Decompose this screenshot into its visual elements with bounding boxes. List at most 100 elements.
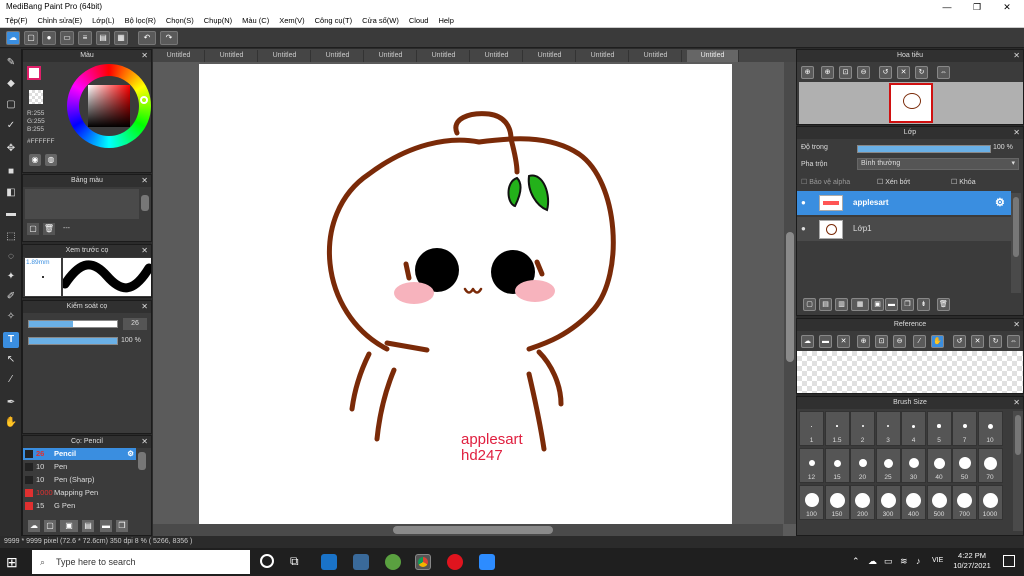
brush-item-mapping-pen[interactable]: 1000Mapping Pen <box>23 487 136 499</box>
brush-doc-icon[interactable]: ▤ <box>82 520 94 532</box>
add-palette-icon[interactable]: ▢ <box>27 223 39 235</box>
undo-icon[interactable]: ↶ <box>138 31 156 45</box>
brush-size-option[interactable]: 200 <box>850 485 875 520</box>
new-layer-3-icon[interactable]: ▥ <box>835 298 848 311</box>
comment-icon[interactable]: ▭ <box>60 31 74 45</box>
pen-tool-icon[interactable]: ✒ <box>3 395 19 411</box>
cloud-brush-icon[interactable]: ☁ <box>28 520 40 532</box>
brush-size-option[interactable]: 2 <box>850 411 875 446</box>
ref-close-icon[interactable]: ✕ <box>837 335 850 348</box>
tab-untitled-1[interactable]: Untitled <box>153 50 205 62</box>
brush-size-option[interactable]: 4 <box>901 411 926 446</box>
brush-size-option[interactable]: 50 <box>952 448 977 483</box>
visibility-eye-icon[interactable]: ● <box>801 191 806 215</box>
minimize-button[interactable]: — <box>932 0 962 14</box>
reference-canvas[interactable] <box>797 351 1023 393</box>
hue-handle[interactable] <box>140 96 148 104</box>
brush-size-option[interactable]: 10 <box>977 411 1003 446</box>
flip-icon[interactable]: ⇔ <box>937 66 950 79</box>
new-brush-icon[interactable]: ▢ <box>44 520 56 532</box>
menu-select[interactable]: Chọn(S) <box>161 14 199 28</box>
layer-row-applesart[interactable]: ● applesart ⚙ <box>797 191 1011 215</box>
lock-checkbox[interactable]: ☐ Khóa <box>951 178 976 186</box>
tab-untitled-7[interactable]: Untitled <box>471 50 523 62</box>
brush-item-pencil[interactable]: 26 Pencil ⚙ <box>23 448 136 460</box>
rotate-left-icon[interactable]: ↺ <box>879 66 892 79</box>
maximize-button[interactable]: ❐ <box>962 0 992 14</box>
brush-size-option[interactable]: 1 <box>799 411 824 446</box>
merge-layer-icon[interactable]: ⇟ <box>917 298 930 311</box>
brush-size-option[interactable]: 300 <box>875 485 901 520</box>
notification-icon[interactable] <box>1003 555 1015 567</box>
panel-close-icon[interactable]: ✕ <box>141 436 148 448</box>
brush-size-option[interactable]: 3 <box>875 411 901 446</box>
tab-untitled-4[interactable]: Untitled <box>312 50 364 62</box>
ref-cloud-icon[interactable]: ☁ <box>801 335 814 348</box>
taskbar-search-input[interactable]: ⌕ Type here to search <box>32 550 250 574</box>
brush-size-option[interactable]: 100 <box>799 485 824 520</box>
mail-icon[interactable] <box>321 554 337 570</box>
panel-close-icon[interactable]: ✕ <box>1013 397 1020 409</box>
rectangle-tool-icon[interactable]: ▢ <box>3 97 19 113</box>
palette-mode-icon[interactable]: ◉ <box>29 154 41 166</box>
panel-close-icon[interactable]: ✕ <box>1013 50 1020 62</box>
ref-flip-icon[interactable]: ⇔ <box>1007 335 1020 348</box>
brush-size-option[interactable]: 5 <box>926 411 952 446</box>
menu-filter[interactable]: Bộ lọc(R) <box>120 14 161 28</box>
visibility-eye-icon[interactable]: ● <box>801 217 806 241</box>
magic-wand-icon[interactable]: ✦ <box>3 269 19 285</box>
panel-close-icon[interactable]: ✕ <box>141 245 148 257</box>
fill-rect-tool-icon[interactable]: ■ <box>3 164 19 180</box>
zoom-in-2-icon[interactable]: ⊕ <box>821 66 834 79</box>
redo-icon[interactable]: ↷ <box>160 31 178 45</box>
brush-item-pen-sharp[interactable]: 10 Pen (Sharp) <box>23 474 136 486</box>
brush-folder-icon[interactable]: ▬ <box>100 520 112 532</box>
tab-untitled-2[interactable]: Untitled <box>206 50 258 62</box>
ref-zoom-out-icon[interactable]: ⊖ <box>893 335 906 348</box>
text-tool-icon[interactable]: T <box>3 332 19 348</box>
brush-size-slider[interactable] <box>28 320 118 328</box>
brush-size-option[interactable]: 12 <box>799 448 824 483</box>
protect-alpha-checkbox[interactable]: ☐ Bảo vệ alpha <box>801 178 850 186</box>
brush-size-option[interactable]: 400 <box>901 485 926 520</box>
hand-tool-icon[interactable]: ✋ <box>3 415 19 431</box>
zoom-icon[interactable] <box>479 554 495 570</box>
layer-scrollbar[interactable] <box>1011 193 1021 293</box>
panel-close-icon[interactable]: ✕ <box>1013 319 1020 331</box>
tab-untitled-5[interactable]: Untitled <box>365 50 417 62</box>
reset-rotate-icon[interactable]: ✕ <box>897 66 910 79</box>
ref-fit-icon[interactable]: ⊡ <box>875 335 888 348</box>
wifi-icon[interactable]: ≋ <box>900 556 908 567</box>
opera-icon[interactable] <box>447 554 463 570</box>
layer-opacity-slider[interactable] <box>857 145 991 153</box>
menu-color[interactable]: Màu (C) <box>237 14 274 28</box>
layer-settings-gear-icon[interactable]: ⚙ <box>995 191 1005 215</box>
tray-chevron-up-icon[interactable]: ⌃ <box>852 556 860 567</box>
move-tool-icon[interactable]: ✥ <box>3 141 19 157</box>
color-mode-icon[interactable]: ◍ <box>45 154 57 166</box>
layer-folder-icon[interactable]: ▬ <box>885 298 898 311</box>
menu-window[interactable]: Cửa sổ(W) <box>357 14 404 28</box>
document-icon[interactable]: ≡ <box>78 31 92 45</box>
tray-app-icon[interactable]: ☁ <box>868 556 877 567</box>
brush-item-g-pen[interactable]: 15 G Pen <box>23 500 136 512</box>
dot-tool-icon[interactable]: ✓ <box>3 118 19 134</box>
brush-size-option[interactable]: 150 <box>824 485 850 520</box>
ref-rotate-left-icon[interactable]: ↺ <box>953 335 966 348</box>
brush-size-option[interactable]: 70 <box>977 448 1003 483</box>
brush-copy-icon[interactable]: ❐ <box>116 520 128 532</box>
panel-close-icon[interactable]: ✕ <box>1013 127 1020 139</box>
brush-size-option[interactable]: 20 <box>850 448 875 483</box>
brush-size-option[interactable]: 40 <box>926 448 952 483</box>
brush-size-option[interactable]: 500 <box>926 485 952 520</box>
chat-icon[interactable]: ● <box>42 31 56 45</box>
ref-rotate-right-icon[interactable]: ↻ <box>989 335 1002 348</box>
palette-scrollbar[interactable] <box>141 195 149 211</box>
delete-palette-icon[interactable]: 🗑 <box>43 223 55 235</box>
brush-size-option[interactable]: 30 <box>901 448 926 483</box>
ref-eyedropper-icon[interactable]: ⁄ <box>913 335 926 348</box>
tab-untitled-6[interactable]: Untitled <box>418 50 470 62</box>
panel-close-icon[interactable]: ✕ <box>141 301 148 313</box>
new-file-icon[interactable]: ▢ <box>24 31 38 45</box>
eyedropper-icon[interactable]: ⁄ <box>3 372 19 388</box>
